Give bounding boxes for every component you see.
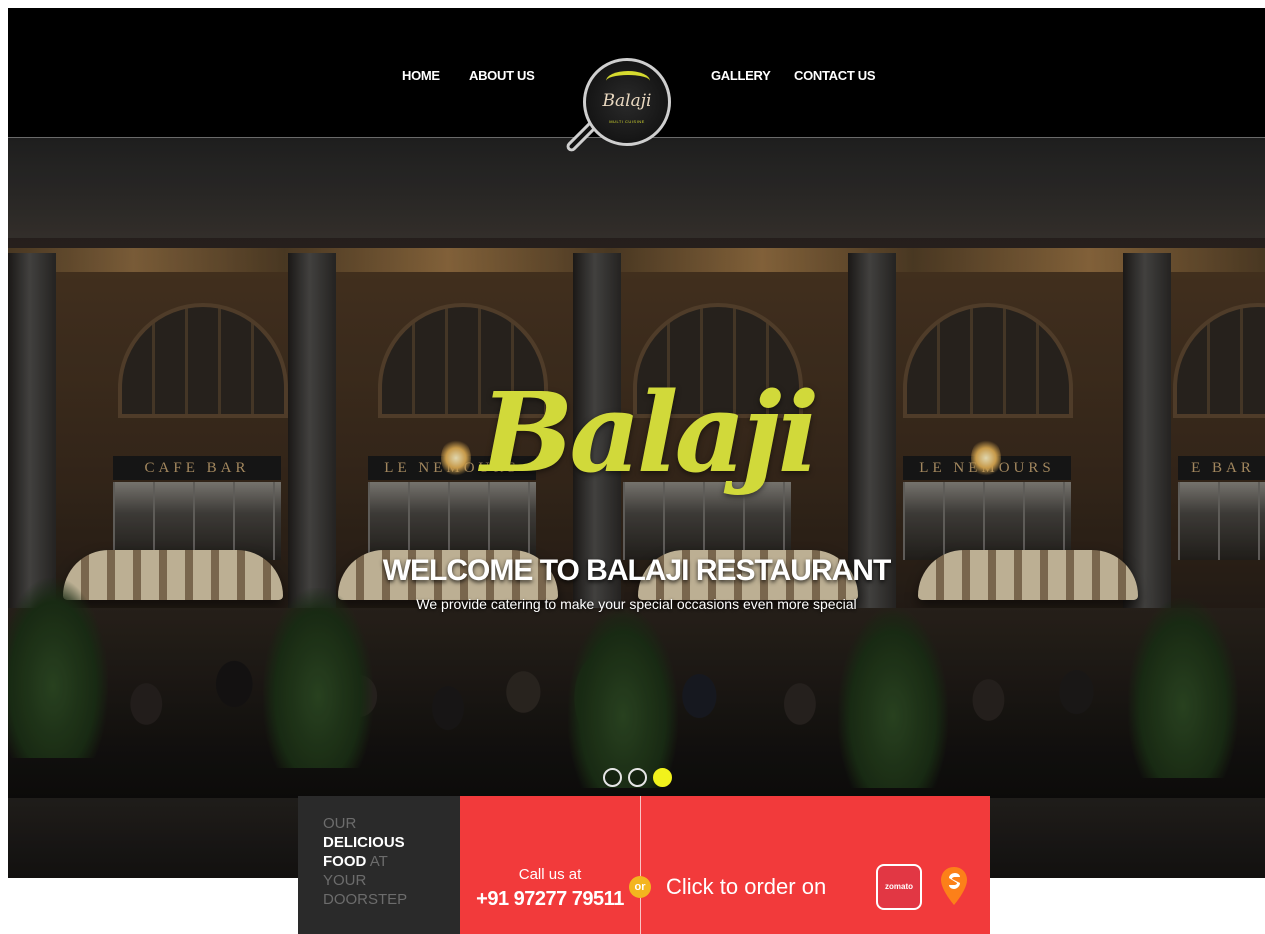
phone-link[interactable]: +91 97277 79511 bbox=[460, 888, 640, 911]
call-label: Call us at bbox=[518, 866, 582, 883]
logo-subtitle: MULTI CUISINE bbox=[609, 119, 645, 124]
slider-dot-1[interactable] bbox=[603, 768, 622, 787]
promo-word: AT bbox=[369, 853, 388, 870]
nav-home[interactable]: HOME bbox=[402, 68, 440, 83]
hero-heading: WELCOME TO BALAJI RESTAURANT bbox=[382, 554, 892, 587]
order-bar-divider bbox=[640, 796, 641, 934]
promo-highlight: DELICIOUS bbox=[323, 834, 405, 851]
slider-dot-3[interactable] bbox=[653, 768, 672, 787]
swiggy-icon[interactable] bbox=[940, 866, 968, 906]
logo-wordmark: Balaji bbox=[602, 91, 652, 111]
or-badge: or bbox=[629, 876, 651, 898]
zomato-icon[interactable]: zomato bbox=[876, 864, 922, 910]
order-bar: Call us at +91 97277 79511 or Click to o… bbox=[460, 796, 990, 934]
promo-line: YOUR bbox=[323, 872, 367, 889]
promo-line: FOOD AT bbox=[323, 852, 460, 871]
promo-line: OUR bbox=[323, 815, 357, 832]
order-label: Click to order on bbox=[666, 874, 827, 899]
hero-script-title: Balaji bbox=[480, 368, 820, 497]
slider-dot-2[interactable] bbox=[628, 768, 647, 787]
hero-tagline: We provide catering to make your special… bbox=[416, 596, 857, 612]
site-logo[interactable]: Balaji MULTI CUISINE bbox=[583, 58, 671, 146]
slider-dots bbox=[603, 768, 672, 787]
promo-box: OUR DELICIOUS FOOD AT YOUR DOORSTEP bbox=[298, 796, 460, 934]
nav-contact[interactable]: CONTACT US bbox=[794, 68, 876, 83]
promo-line: DOORSTEP bbox=[323, 891, 408, 908]
promo-highlight: FOOD bbox=[323, 853, 367, 870]
nav-gallery[interactable]: GALLERY bbox=[711, 68, 771, 83]
page-frame: CAFE BAR LE NEMOURS LE NEMOURS E BAR Bal… bbox=[8, 8, 1265, 934]
logo-arc bbox=[606, 71, 650, 91]
nav-about[interactable]: ABOUT US bbox=[469, 68, 535, 83]
